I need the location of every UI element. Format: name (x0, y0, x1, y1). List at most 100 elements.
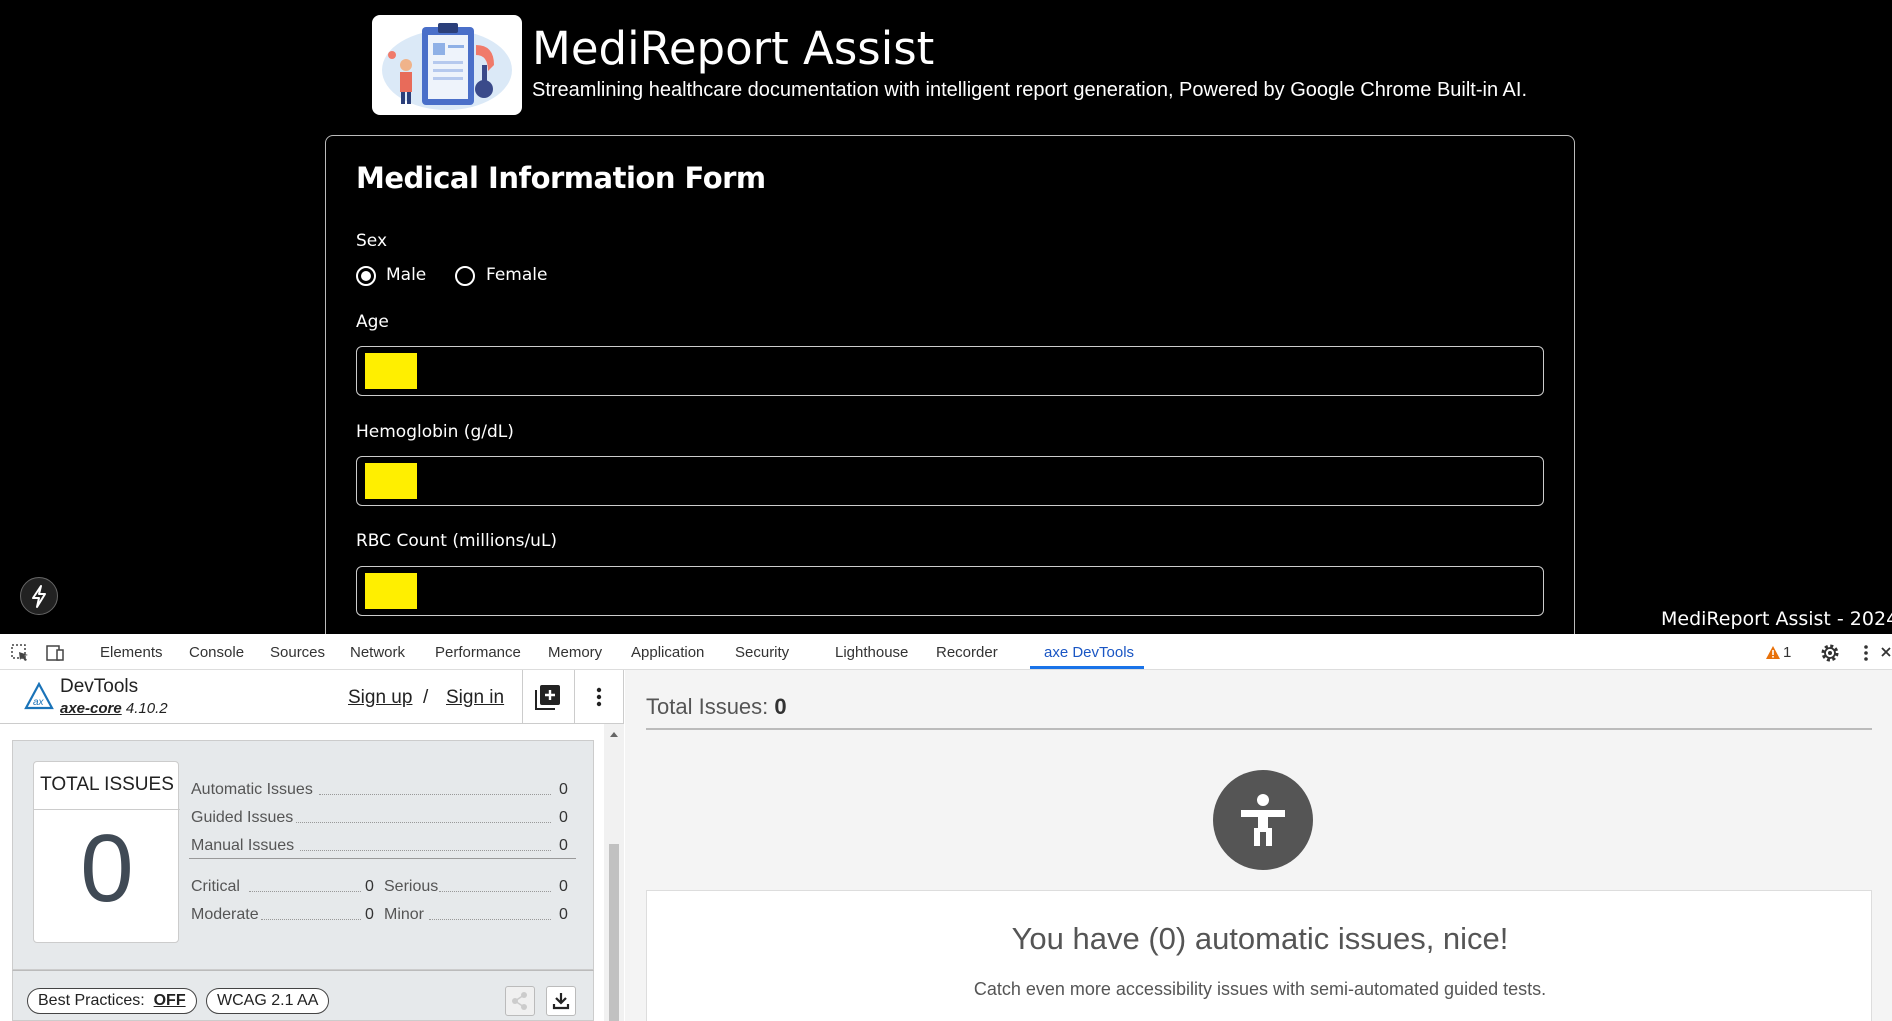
tab-elements[interactable]: Elements (100, 644, 163, 661)
no-issues-title: You have (0) automatic issues, nice! (1011, 921, 1509, 956)
axe-results-pane: Total Issues: 0 You have (0) automatic i… (625, 670, 1892, 1021)
accessibility-person-icon (1241, 794, 1285, 846)
devtools-tabbar: Elements Console Sources Network Perform… (0, 634, 1892, 670)
scroll-thumb[interactable] (609, 844, 619, 1021)
no-issues-card: You have (0) automatic issues, nice! Cat… (646, 890, 1872, 1021)
share-icon (512, 992, 527, 1010)
radio-male-label[interactable]: Male (386, 265, 426, 285)
tab-memory[interactable]: Memory (548, 644, 602, 661)
results-total-issues: Total Issues: 0 (646, 694, 787, 720)
automatic-issues-label: Automatic Issues (191, 781, 313, 798)
tab-security[interactable]: Security (735, 644, 789, 661)
gear-icon[interactable] (1819, 642, 1841, 664)
serious-count: 0 (559, 878, 568, 895)
no-issues-subtitle: Catch even more accessibility issues wit… (973, 979, 1547, 999)
app-title: MediReport Assist (532, 22, 935, 75)
tab-network[interactable]: Network (350, 644, 405, 661)
device-toolbar-icon[interactable] (44, 642, 66, 664)
axe-version-number: 4.10.2 (125, 700, 168, 717)
tab-performance[interactable]: Performance (435, 644, 521, 661)
automatic-issues-count: 0 (559, 781, 568, 798)
header-separator-2 (574, 670, 575, 724)
sign-in-link[interactable]: Sign in (446, 687, 504, 709)
rbc-count-label: RBC Count (millions/uL) (356, 531, 558, 551)
axe-kebab-menu-icon[interactable] (588, 685, 610, 709)
total-issues-count: 0 (80, 815, 134, 922)
age-input[interactable] (356, 346, 1544, 396)
hemoglobin-label: Hemoglobin (g/dL) (356, 422, 514, 442)
guided-issues-label: Guided Issues (191, 809, 294, 826)
issues-summary-box: TOTAL ISSUES 0 Automatic Issues 0 Guided… (12, 740, 594, 970)
tab-lighthouse[interactable]: Lighthouse (835, 644, 908, 661)
results-total-label: Total Issues: (646, 694, 769, 719)
best-practices-toggle[interactable]: Best Practices: OFF (27, 988, 197, 1014)
warning-icon[interactable] (1765, 645, 1781, 660)
inspect-element-icon[interactable] (9, 642, 31, 664)
download-button[interactable] (546, 986, 576, 1016)
hemoglobin-input[interactable] (356, 456, 1544, 506)
radio-male[interactable] (356, 266, 376, 286)
dot-leader (261, 919, 361, 920)
guided-issues-count: 0 (559, 809, 568, 826)
axe-header: ax DevTools axe-core 4.10.2 Sign up / Si… (0, 670, 624, 724)
warning-count[interactable]: 1 (1783, 644, 1791, 661)
tab-recorder[interactable]: Recorder (936, 644, 998, 661)
axe-brand-name: DevTools (60, 676, 139, 697)
tab-axe-devtools[interactable]: axe DevTools (1044, 644, 1134, 661)
dot-leader (300, 850, 551, 851)
settings-bar: Best Practices: OFF WCAG 2.1 AA (12, 970, 594, 1021)
dot-leader (429, 919, 551, 920)
devtools-panel: Elements Console Sources Network Perform… (0, 634, 1892, 1021)
dot-leader (319, 794, 551, 795)
radio-female-label[interactable]: Female (486, 265, 547, 285)
age-label: Age (356, 312, 389, 332)
scrollbar[interactable] (604, 724, 624, 1021)
minor-label: Minor (384, 906, 425, 923)
accessibility-badge (1213, 770, 1313, 870)
axe-core-link[interactable]: axe-core (60, 700, 122, 717)
svg-text:ax: ax (33, 697, 45, 708)
axe-logo-icon: ax (24, 682, 54, 710)
web-page: MediReport Assist Streamlining healthcar… (0, 0, 1892, 634)
results-divider (646, 728, 1872, 730)
app-subtitle: Streamlining healthcare documentation wi… (532, 79, 1527, 101)
active-tab-indicator (1030, 666, 1144, 669)
scroll-up-arrow-icon[interactable] (609, 730, 619, 738)
add-scan-icon[interactable] (535, 684, 561, 710)
wcag-standard-selector[interactable]: WCAG 2.1 AA (206, 988, 330, 1014)
tab-application[interactable]: Application (631, 644, 704, 661)
kebab-menu-icon[interactable] (1855, 642, 1877, 664)
manual-issues-count: 0 (559, 837, 568, 854)
moderate-count: 0 (365, 906, 374, 923)
moderate-label: Moderate (191, 906, 259, 923)
tab-console[interactable]: Console (189, 644, 244, 661)
critical-label: Critical (191, 878, 240, 895)
sign-up-link[interactable]: Sign up (348, 687, 412, 709)
serious-label: Serious (384, 878, 439, 895)
best-practices-value: OFF (153, 992, 186, 1009)
critical-count: 0 (365, 878, 374, 895)
minor-count: 0 (559, 906, 568, 923)
hemoglobin-value (365, 463, 417, 499)
close-icon[interactable] (1880, 642, 1892, 664)
results-total-value: 0 (774, 694, 787, 719)
best-practices-label: Best Practices: (38, 992, 145, 1009)
form-title: Medical Information Form (356, 161, 766, 195)
manual-issues-label: Manual Issues (191, 837, 295, 854)
radio-female[interactable] (455, 266, 475, 286)
rbc-count-value (365, 573, 417, 609)
dot-leader (439, 891, 551, 892)
dot-leader (249, 891, 361, 892)
sex-label: Sex (356, 231, 388, 251)
lightning-icon (32, 585, 46, 608)
share-button[interactable] (505, 986, 535, 1016)
lightning-bolt-button[interactable] (20, 577, 58, 615)
axe-summary-pane: ax DevTools axe-core 4.10.2 Sign up / Si… (0, 670, 624, 1021)
rbc-count-input[interactable] (356, 566, 1544, 616)
dot-leader (296, 822, 551, 823)
tab-sources[interactable]: Sources (270, 644, 325, 661)
footer-text: MediReport Assist - 2024 (1661, 608, 1892, 630)
download-icon (552, 993, 570, 1010)
slash-separator: / (423, 687, 429, 708)
total-issues-card: TOTAL ISSUES 0 (33, 761, 180, 943)
